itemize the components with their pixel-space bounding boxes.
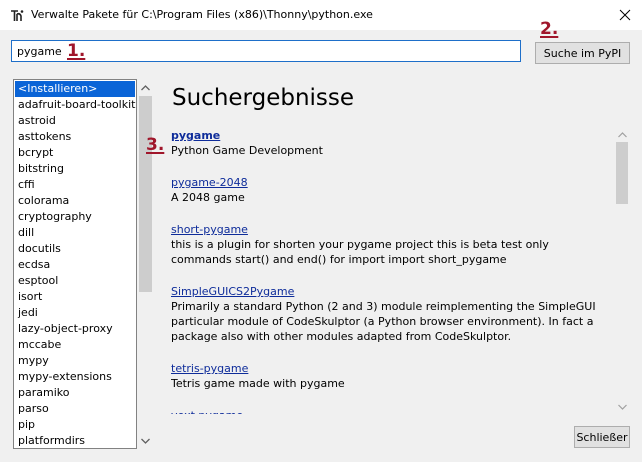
package-list-item[interactable]: esptool (14, 273, 136, 289)
result-link[interactable]: short-pygame (171, 222, 248, 237)
package-list-item[interactable]: colorama (14, 193, 136, 209)
package-list-item[interactable]: isort (14, 289, 136, 305)
result-description: Tetris game made with pygame (171, 377, 345, 390)
search-result: tetris-pygame Tetris game made with pygam… (171, 361, 611, 391)
result-link[interactable]: pygame-2048 (171, 175, 248, 190)
package-list-item[interactable]: astroid (14, 113, 136, 129)
scroll-up-icon[interactable] (614, 128, 630, 142)
package-list-item[interactable]: cffi (14, 177, 136, 193)
package-list[interactable]: <Installieren> adafruit-board-toolkit astr… (13, 79, 137, 449)
package-list-item[interactable]: <Installieren> (15, 81, 135, 97)
package-list-item[interactable]: pip (14, 417, 136, 433)
results-scroll-thumb[interactable] (616, 142, 628, 204)
search-input[interactable] (11, 40, 521, 62)
package-list-scroll-thumb[interactable] (139, 96, 152, 292)
package-list-item[interactable]: docutils (14, 241, 136, 257)
result-link[interactable]: pygame (171, 128, 220, 143)
package-list-item[interactable]: dill (14, 225, 136, 241)
package-list-item[interactable]: parso (14, 401, 136, 417)
search-result: SimpleGUICS2Pygame Primarily a standard P… (171, 284, 611, 344)
close-button[interactable]: Schließer (574, 426, 630, 448)
results-heading: Suchergebnisse (172, 85, 355, 111)
result-link[interactable]: SimpleGUICS2Pygame (171, 284, 294, 299)
search-results: pygame Python Game Development pygame-2048… (171, 128, 611, 414)
search-result: pygame Python Game Development (171, 128, 611, 158)
scroll-up-icon[interactable] (137, 79, 154, 96)
close-icon[interactable] (608, 0, 642, 30)
package-list-item[interactable]: platformdirs (14, 433, 136, 448)
package-list-item[interactable]: mccabe (14, 337, 136, 353)
package-list-item[interactable]: bitstring (14, 161, 136, 177)
result-link[interactable]: tetris-pygame (171, 361, 248, 376)
results-scrollbar[interactable] (614, 128, 630, 414)
window-title: Verwalte Pakete für C:\Program Files (x8… (31, 8, 373, 21)
package-list-item[interactable]: paramiko (14, 385, 136, 401)
package-list-item[interactable]: bcrypt (14, 145, 136, 161)
package-list-item[interactable]: mypy-extensions (14, 369, 136, 385)
scroll-down-icon[interactable] (137, 432, 154, 449)
package-list-item[interactable]: asttokens (14, 129, 136, 145)
result-description: A 2048 game (171, 191, 245, 204)
package-list-item[interactable]: mypy (14, 353, 136, 369)
package-list-item[interactable]: adafruit-board-toolkit (14, 97, 136, 113)
package-list-item[interactable]: jedi (14, 305, 136, 321)
result-link[interactable]: vext.pygame (171, 408, 243, 414)
search-result: pygame-2048 A 2048 game (171, 175, 611, 205)
package-list-item[interactable]: cryptography (14, 209, 136, 225)
thonny-icon (9, 8, 25, 24)
package-list-item[interactable]: lazy-object-proxy (14, 321, 136, 337)
search-pypi-button[interactable]: Suche im PyPI (535, 42, 630, 64)
search-result: vext.pygame (171, 408, 611, 414)
scroll-down-icon[interactable] (614, 400, 630, 414)
search-result: short-pygame this is a plugin for shorten… (171, 222, 611, 267)
package-list-item[interactable]: ecdsa (14, 257, 136, 273)
result-description: this is a plugin for shorten your pygame… (171, 238, 549, 266)
annotation-step-2: 2. (540, 19, 559, 39)
result-description: Primarily a standard Python (2 and 3) mo… (171, 300, 596, 343)
result-description: Python Game Development (171, 144, 323, 157)
annotation-step-1: 1. (67, 41, 86, 61)
annotation-step-3: 3. (146, 135, 165, 155)
